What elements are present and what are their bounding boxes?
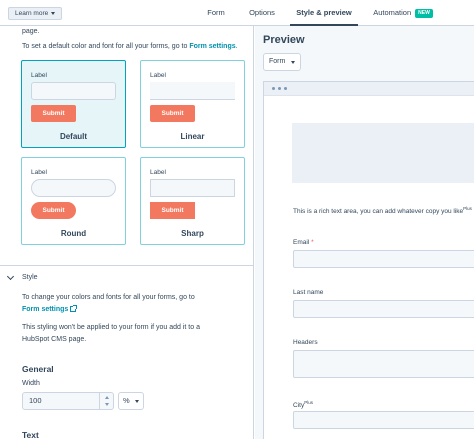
preview-title: Preview [263, 34, 305, 46]
city-label-text: City [293, 402, 305, 410]
required-asterisk: * [311, 239, 314, 246]
learn-more-button[interactable]: Learn more [8, 7, 63, 20]
preview-frame: This is a rich text area, you can add wh… [263, 81, 474, 439]
theme-field-label: Label [31, 72, 47, 79]
cms-warning-line1: This styling won't be applied to your fo… [22, 324, 200, 331]
style-form-settings-link-label: Form settings [22, 306, 69, 313]
theme-name: Default [59, 132, 88, 141]
city-label: CityPlus [293, 400, 313, 409]
theme-field-label: Label [150, 72, 166, 79]
browser-bar [264, 82, 474, 96]
new-badge: NEW [415, 9, 433, 18]
cms-warning-line2: HubSpot CMS page. [22, 336, 87, 343]
headers-label: Headers [293, 339, 318, 346]
tab-automation-label: Automation [373, 8, 412, 17]
preview-panel: Preview Form This is a rich text area, y… [255, 26, 474, 439]
style-form-settings-link[interactable]: Form settings [22, 305, 78, 313]
form-settings-period: . [235, 43, 238, 50]
chevron-down-icon [291, 61, 295, 64]
theme-card-default[interactable]: Label Submit Default [21, 60, 126, 148]
theme-card-round[interactable]: Label Submit Round [21, 157, 126, 245]
tab-options[interactable]: Options [242, 0, 282, 26]
theme-field-input [150, 179, 235, 197]
image-placeholder [292, 123, 474, 183]
email-label: Email * [293, 239, 314, 246]
theme-field-input [31, 179, 116, 197]
chevron-down-icon [135, 400, 139, 403]
text-heading: Text [22, 430, 39, 439]
theme-submit-button: Submit [150, 105, 195, 122]
theme-card-linear[interactable]: Label Submit Linear [140, 60, 245, 148]
external-link-icon [70, 305, 78, 312]
chevron-down-icon [51, 12, 56, 15]
preview-type-select[interactable]: Form [263, 53, 301, 71]
width-unit-select[interactable]: % [118, 392, 144, 410]
style-desc-text: To change your colors and fonts for all … [22, 294, 195, 301]
page-tail-text: page. [22, 28, 40, 35]
chevron-up-icon[interactable] [105, 396, 109, 399]
plus-superscript: Plus [304, 400, 313, 405]
plus-superscript: Plus [463, 206, 472, 211]
section-divider [0, 265, 253, 266]
theme-name: Sharp [181, 229, 204, 238]
theme-field-label: Label [31, 169, 47, 176]
window-dot-icon [272, 87, 275, 90]
form-settings-hint-text: To set a default color and font for all … [22, 43, 188, 50]
theme-name: Linear [180, 132, 205, 141]
style-section-title: Style [22, 274, 38, 281]
rich-text-area: This is a rich text area, you can add wh… [293, 206, 472, 215]
learn-more-label: Learn more [15, 10, 49, 17]
width-unit-value: % [123, 396, 130, 405]
tab-style-preview[interactable]: Style & preview [290, 0, 358, 26]
width-stepper[interactable] [99, 392, 114, 410]
style-settings-panel: page. To set a default color and font fo… [0, 26, 254, 439]
form-settings-hint: To set a default color and font for all … [22, 43, 238, 50]
window-dot-icon [278, 87, 281, 90]
theme-submit-button: Submit [31, 202, 76, 219]
theme-card-sharp[interactable]: Label Submit Sharp [140, 157, 245, 245]
theme-name: Round [60, 229, 87, 238]
rich-text-content: This is a rich text area, you can add wh… [293, 208, 464, 216]
last-name-label: Last name [293, 289, 324, 296]
tab-automation[interactable]: Automation NEW [370, 0, 436, 26]
theme-field-input [150, 82, 235, 100]
city-field[interactable] [293, 411, 474, 429]
chevron-down-icon [6, 272, 15, 281]
preview-type-value: Form [269, 58, 286, 65]
width-label: Width [22, 380, 40, 387]
general-heading: General [22, 364, 54, 374]
top-nav-bar: Learn more Form Options Style & preview … [0, 0, 474, 26]
email-label-text: Email [293, 239, 310, 246]
form-settings-link[interactable]: Form settings [189, 43, 235, 50]
email-field[interactable] [293, 250, 474, 268]
theme-field-label: Label [150, 169, 166, 176]
headers-field[interactable] [293, 350, 474, 378]
theme-field-input [31, 82, 116, 100]
window-dot-icon [284, 87, 287, 90]
theme-submit-button: Submit [150, 202, 195, 219]
chevron-down-icon[interactable] [105, 403, 109, 406]
tab-form[interactable]: Form [196, 0, 236, 26]
last-name-field[interactable] [293, 300, 474, 318]
theme-submit-button: Submit [31, 105, 76, 122]
